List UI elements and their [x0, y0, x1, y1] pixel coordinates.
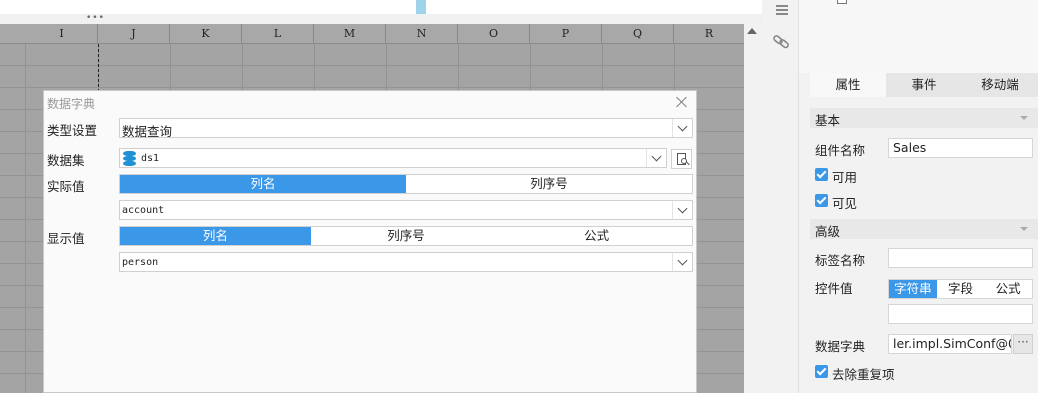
control-value-label: 控件值 [815, 281, 853, 296]
column-header[interactable]: O [458, 24, 530, 44]
chevron-down-icon [1020, 227, 1028, 231]
actual-value-select[interactable]: account [119, 200, 693, 220]
sheet-splitter[interactable] [0, 14, 762, 24]
scroll-up-icon[interactable] [747, 28, 757, 34]
tab-column-name[interactable]: 列名 [120, 227, 311, 245]
close-icon[interactable] [674, 94, 690, 110]
visible-label: 可见 [832, 196, 858, 211]
display-value-tabs: 列名 列序号 公式 [119, 226, 693, 246]
data-dictionary-input[interactable]: ler.impl.SimConf@0]] [888, 334, 1012, 354]
control-value-type-tabs: 字符串 字段 公式 [888, 279, 1033, 299]
column-header[interactable]: P [530, 24, 602, 44]
property-panel: 属性 事件 移动端 基本 组件名称 Sales 可用 可见 高级 标签名称 控件… [799, 0, 1038, 393]
display-value-select[interactable]: person [119, 252, 693, 272]
column-header[interactable]: K [170, 24, 242, 44]
panel-tabs: 属性 事件 移动端 [810, 73, 1038, 97]
tab-formula[interactable]: 公式 [984, 280, 1032, 298]
dedupe-checkbox[interactable] [815, 365, 828, 378]
tag-name-label: 标签名称 [815, 253, 866, 268]
widget-tree [799, 0, 1038, 73]
column-header[interactable]: R [674, 24, 744, 44]
tab-column-name[interactable]: 列名 [120, 175, 406, 193]
tab-field[interactable]: 字段 [937, 280, 985, 298]
tab-column-index[interactable]: 列序号 [311, 227, 502, 245]
column-header[interactable]: I [26, 24, 98, 44]
app-root: ••• I J K L M N O P Q R 数据字典 类型设置 数据查询 数… [0, 0, 1038, 393]
selected-cell-marker [416, 0, 426, 14]
chevron-down-icon [677, 255, 688, 266]
enabled-label: 可用 [832, 170, 858, 185]
actual-value-tabs: 列名 列序号 [119, 174, 693, 194]
data-dictionary-dialog: 数据字典 类型设置 数据查询 数据集 ds1 实际值 列名 列序号 accoun… [43, 90, 697, 393]
actual-value: account [122, 205, 165, 216]
side-toolbar [762, 0, 799, 393]
column-header[interactable]: Q [602, 24, 674, 44]
type-select-value: 数据查询 [122, 124, 173, 139]
more-options-button[interactable]: ··· [1013, 334, 1033, 354]
column-header[interactable]: L [242, 24, 314, 44]
tab-string[interactable]: 字符串 [889, 280, 937, 298]
preview-dataset-button[interactable] [671, 149, 692, 169]
basic-group-header[interactable]: 基本 [810, 108, 1038, 128]
chevron-down-icon [1020, 116, 1028, 120]
type-select[interactable]: 数据查询 [119, 118, 693, 139]
type-label: 类型设置 [47, 123, 98, 138]
database-icon [123, 151, 136, 166]
tab-events[interactable]: 事件 [886, 73, 962, 97]
dropdown-button[interactable] [672, 201, 692, 219]
widget-icon [837, 0, 847, 4]
page-break-line [98, 44, 99, 92]
dropdown-button[interactable] [672, 119, 692, 137]
control-value-input[interactable] [888, 304, 1033, 324]
column-header-row: I J K L M N O P Q R [0, 24, 744, 44]
chevron-down-icon [677, 121, 688, 132]
chevron-down-icon [677, 203, 688, 214]
actual-value-label: 实际值 [47, 179, 85, 194]
splitter-handle-icon[interactable]: ••• [86, 13, 105, 23]
dialog-title: 数据字典 [47, 97, 96, 111]
dataset-value: ds1 [141, 153, 160, 164]
column-header[interactable]: N [386, 24, 458, 44]
widget-name-input[interactable]: Sales [888, 138, 1033, 158]
display-value: person [122, 257, 159, 268]
advanced-group-header[interactable]: 高级 [810, 219, 1038, 239]
link-icon[interactable] [773, 32, 791, 50]
dataset-label: 数据集 [47, 153, 85, 168]
list-icon[interactable] [771, 3, 789, 17]
visible-checkbox[interactable] [815, 194, 828, 207]
enabled-checkbox[interactable] [815, 168, 828, 181]
vertical-scrollbar[interactable] [744, 24, 762, 393]
dataset-select[interactable]: ds1 [119, 148, 667, 168]
dropdown-button[interactable] [672, 253, 692, 271]
chevron-down-icon [651, 151, 662, 162]
column-header[interactable]: M [314, 24, 386, 44]
dedupe-label: 去除重复项 [832, 367, 895, 382]
display-value-label: 显示值 [47, 231, 85, 246]
sheet-top-toolbar [0, 0, 762, 14]
data-dictionary-label: 数据字典 [815, 339, 866, 354]
tab-column-index[interactable]: 列序号 [406, 175, 692, 193]
tab-formula[interactable]: 公式 [501, 227, 692, 245]
dropdown-button[interactable] [646, 149, 666, 167]
tab-mobile[interactable]: 移动端 [962, 73, 1038, 97]
tab-properties[interactable]: 属性 [810, 73, 886, 97]
widget-name-label: 组件名称 [815, 143, 866, 158]
group-title: 基本 [815, 113, 841, 128]
group-title: 高级 [815, 224, 841, 239]
tag-name-input[interactable] [888, 248, 1033, 268]
column-header[interactable]: J [98, 24, 170, 44]
